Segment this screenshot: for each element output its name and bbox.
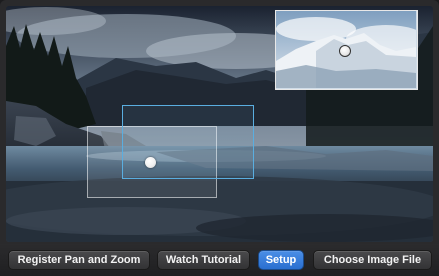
choose-image-file-label: Choose Image File <box>323 254 422 266</box>
register-pan-zoom-button[interactable]: Register Pan and Zoom <box>8 250 150 270</box>
setup-button[interactable]: Setup <box>258 250 304 270</box>
watch-tutorial-button[interactable]: Watch Tutorial <box>157 250 250 270</box>
register-pan-zoom-label: Register Pan and Zoom <box>17 254 141 266</box>
preview-handle-icon[interactable] <box>339 45 351 57</box>
watch-tutorial-label: Watch Tutorial <box>165 254 242 266</box>
choose-image-file-button[interactable]: Choose Image File <box>313 250 432 270</box>
end-crop-rectangle[interactable] <box>122 105 254 179</box>
position-handle-icon[interactable] <box>145 157 156 168</box>
setup-label: Setup <box>265 254 297 266</box>
